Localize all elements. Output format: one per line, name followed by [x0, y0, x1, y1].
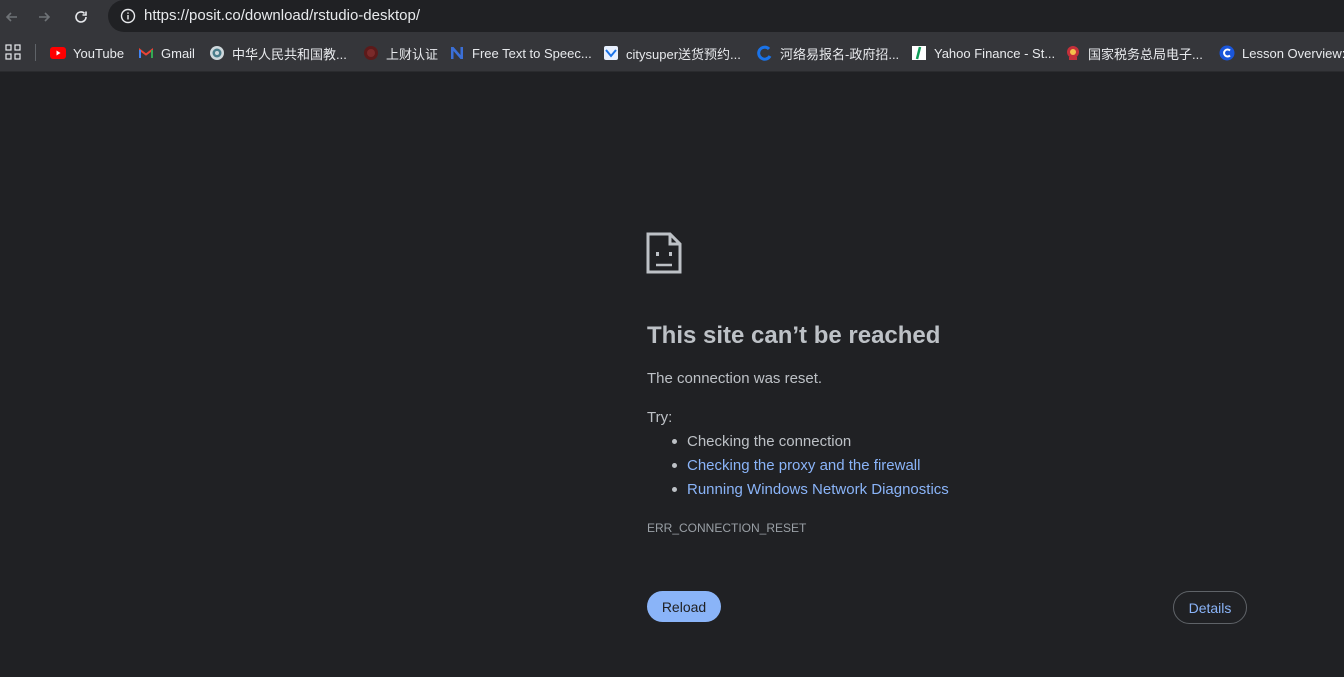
citysuper-icon: [603, 45, 619, 61]
bookmark-sufe[interactable]: 上财认证: [363, 43, 438, 63]
refresh-icon: [75, 11, 87, 23]
try-label: Try:: [647, 409, 673, 426]
bookmarks-bar: YouTube Gmail 中华人民共和国教... 上财认证 Free Text…: [0, 34, 1344, 72]
c-swirl-icon: [757, 45, 773, 61]
bookmark-text-to-speech[interactable]: Free Text to Speec...: [449, 43, 592, 63]
suggestion-check-connection: Checking the connection: [672, 431, 949, 455]
sad-page-icon: [646, 232, 682, 274]
bookmark-gmail[interactable]: Gmail: [138, 43, 195, 63]
bookmark-tax-bureau[interactable]: 国家税务总局电子...: [1065, 43, 1203, 63]
forward-button[interactable]: [32, 5, 56, 29]
bookmark-youtube[interactable]: YouTube: [50, 43, 124, 63]
bookmarks-separator: [35, 44, 36, 61]
bookmark-moe[interactable]: 中华人民共和国教...: [209, 43, 347, 63]
reload-button[interactable]: Reload: [647, 591, 721, 622]
yahoo-finance-icon: [911, 45, 927, 61]
bookmark-lesson-overview[interactable]: Lesson Overview:...: [1219, 43, 1344, 63]
details-button[interactable]: Details: [1173, 591, 1247, 624]
tax-emblem-icon: [1065, 45, 1081, 61]
address-bar[interactable]: https://posit.co/download/rstudio-deskto…: [108, 0, 1344, 32]
bookmark-exam-signup[interactable]: 河络易报名-政府招...: [757, 43, 899, 63]
site-info-icon[interactable]: [116, 4, 140, 28]
back-button[interactable]: [0, 5, 24, 29]
suggestions-list: Checking the connection Checking the pro…: [672, 431, 949, 503]
reload-page-button[interactable]: [69, 5, 93, 29]
n-logo-icon: [449, 45, 465, 61]
suggestion-check-proxy-firewall[interactable]: Checking the proxy and the firewall: [672, 455, 949, 479]
bookmark-yahoo-finance[interactable]: Yahoo Finance - St...: [911, 43, 1055, 63]
browser-toolbar: https://posit.co/download/rstudio-deskto…: [0, 0, 1344, 34]
url-text[interactable]: https://posit.co/download/rstudio-deskto…: [144, 7, 420, 24]
error-code: ERR_CONNECTION_RESET: [647, 521, 807, 535]
apps-grid-icon[interactable]: [5, 44, 21, 60]
suggestion-run-network-diagnostics[interactable]: Running Windows Network Diagnostics: [672, 479, 949, 503]
youtube-icon: [50, 45, 66, 61]
bookmark-citysuper[interactable]: citysuper送货预约...: [603, 43, 741, 63]
error-title: This site can’t be reached: [647, 322, 941, 349]
forward-arrow-icon: [39, 12, 51, 22]
university-icon: [363, 45, 379, 61]
back-arrow-icon: [5, 12, 17, 22]
gmail-icon: [138, 45, 154, 61]
c-logo-icon: [1219, 45, 1235, 61]
error-description: The connection was reset.: [647, 370, 823, 387]
globe-icon: [209, 45, 225, 61]
